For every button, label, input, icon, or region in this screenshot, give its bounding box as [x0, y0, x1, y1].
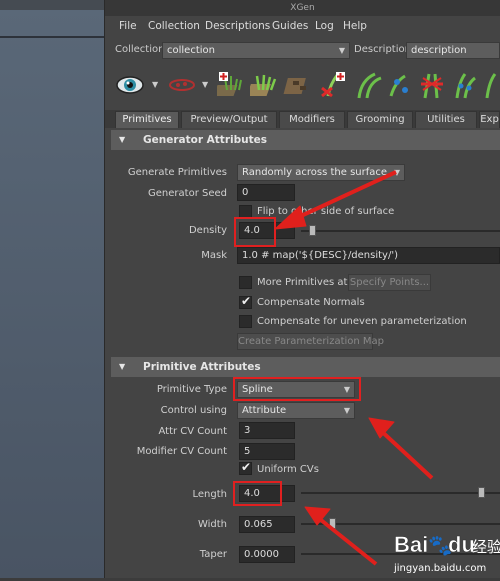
primitive-type-arrow: [376, 426, 434, 480]
density-arrowhead: [274, 205, 307, 230]
baidu-watermark: Bai 🐾 du 经验 jingyan.baidu.com: [390, 522, 500, 578]
density-arrow: [287, 170, 397, 224]
watermark-brand-suffix: du: [448, 532, 475, 557]
length-arrow: [314, 514, 378, 566]
watermark-chinese: 经验: [472, 538, 500, 556]
annotation-arrows: [274, 170, 434, 566]
watermark-brand: Bai: [394, 532, 428, 557]
primitive-type-arrowhead: [368, 417, 395, 439]
watermark-url: jingyan.baidu.com: [393, 563, 486, 574]
baidu-watermark-graphic: Bai 🐾 du 经验 jingyan.baidu.com: [393, 532, 500, 574]
